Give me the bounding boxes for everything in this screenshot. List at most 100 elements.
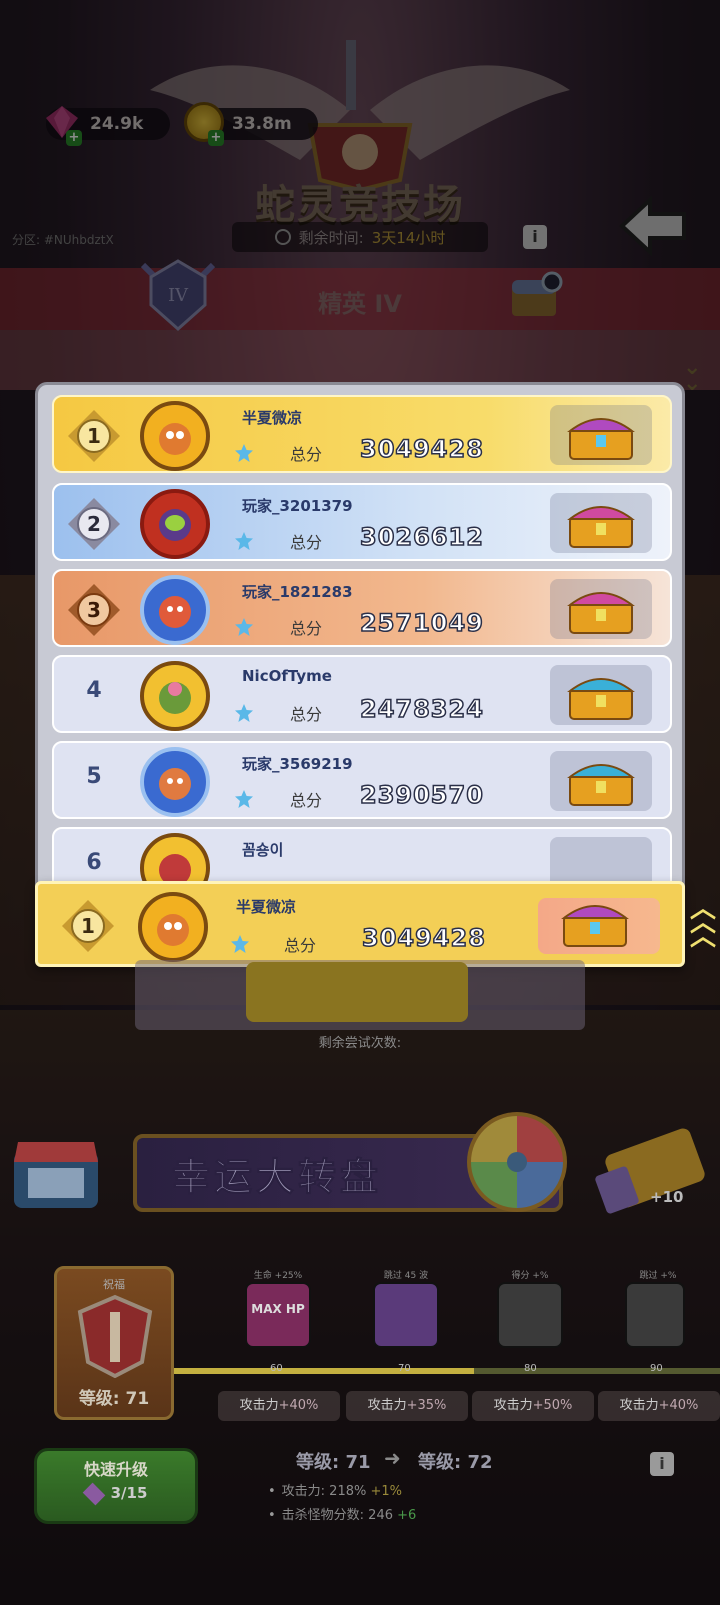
quick-cost-value: 3/15 [110,1484,148,1502]
player-name: 半夏微凉 [242,409,303,427]
blessing-emblem-icon [77,1294,153,1378]
player-name: 玩家_3569219 [242,755,353,773]
player-score: 3026612 [359,522,484,552]
star-icon [235,790,253,808]
player-name: 玩家_1821283 [242,583,353,601]
my-rank-row[interactable]: 1 半夏微凉 总分 3049428 [35,881,685,967]
svg-text:3: 3 [87,598,101,622]
score-label: 总分 [290,619,323,638]
rank-medal-icon: 1 [62,900,114,952]
blue-chest-icon[interactable] [566,753,636,809]
attack-pct: +40% [658,1398,699,1413]
tick-label: 60 [270,1363,283,1374]
rank-medal-icon: 3 [68,584,120,636]
blue-chest-icon[interactable] [566,667,636,723]
tick-label: 70 [398,1363,411,1374]
rank-number: 6 [86,850,102,875]
avatar[interactable] [140,575,210,645]
quick-upgrade-label: 快速升级 [83,1460,148,1479]
score-label: 总分 [284,936,317,955]
avatar[interactable] [138,892,208,962]
kill-stat-value: 击杀怪物分数: 246 [281,1508,393,1523]
attack-stat: • 攻击力: 218% +1% [268,1484,403,1499]
skill-locked-icon[interactable] [497,1282,563,1348]
skill-caption: 跳过 +% [639,1271,677,1281]
score-label: 总分 [290,445,323,464]
player-score: 3049428 [359,434,484,464]
player-score: 2478324 [359,694,484,724]
rank-medal-icon: 1 [68,410,120,462]
skill-hp-icon[interactable]: MAX HP [245,1282,311,1348]
leaderboard-row[interactable]: 2 玩家_3201379 总分 3026612 [52,483,672,561]
attack-label: 攻击力 [619,1398,659,1413]
player-name: 半夏微凉 [236,898,297,916]
attack-bonus: 攻击力+40% [598,1391,720,1421]
current-level: 等级: 71 [296,1452,371,1473]
skill-caption: 生命 +25% [253,1271,303,1281]
attack-label: 攻击力 [493,1398,533,1413]
rank-number: 4 [86,678,102,703]
attempts-remaining: 剩余尝试次数: [318,1036,402,1051]
tick-label: 80 [524,1363,537,1374]
info-icon[interactable]: i [650,1452,674,1476]
svg-text:2: 2 [87,512,101,536]
player-name: 玩家_3201379 [242,497,353,515]
star-icon [235,532,253,550]
lucky-wheel-label: 幸运大转盘 [171,1155,383,1200]
leaderboard-row[interactable]: 4 NicOfTyme 总分 2478324 [52,655,672,733]
blessing-label: 祝福 [103,1278,125,1291]
star-icon [235,444,253,462]
attack-label: 攻击力 [239,1398,279,1413]
attack-pct: +50% [532,1398,573,1413]
skill-locked-icon[interactable] [625,1282,685,1348]
rank-number: 5 [86,764,102,789]
kill-stat-inc: +6 [397,1508,417,1523]
leaderboard-row[interactable]: 3 玩家_1821283 总分 2571049 [52,569,672,647]
rank-medal-icon: 2 [68,498,120,550]
arrow-right-icon: ➜ [384,1446,401,1470]
battle-button[interactable] [246,962,468,1022]
skill-inner-label: MAX HP [251,1302,305,1316]
ticket-bonus: +10 [650,1188,684,1206]
next-level: 等级: 72 [418,1452,493,1473]
leaderboard-panel[interactable]: 1 半夏微凉 总分 3049428 2 玩家_3201379 总分 302661… [35,382,685,960]
skill-skip-icon[interactable] [373,1282,439,1348]
star-icon [235,618,253,636]
shop-icon[interactable] [8,1132,104,1212]
player-name: NicOfTyme [242,667,332,685]
gem-icon [82,1482,105,1505]
player-name: 꼼숑이 [242,841,284,859]
gold-chest-icon[interactable] [566,407,636,463]
leaderboard-row[interactable]: 1 半夏微凉 总分 3049428 [52,395,672,473]
pink-chest-icon[interactable] [566,581,636,637]
player-score: 2571049 [359,608,484,638]
score-label: 总分 [290,705,323,724]
player-score: 2390570 [359,780,484,810]
tick-label: 90 [650,1363,663,1374]
attack-bonus: 攻击力+50% [472,1391,594,1421]
kill-score-stat: • 击杀怪物分数: 246 +6 [268,1508,417,1523]
gold-chest-icon[interactable] [560,894,630,950]
star-icon [231,935,249,953]
attack-pct: +35% [406,1398,447,1413]
attack-bonus: 攻击力+40% [218,1391,340,1421]
attack-stat-value: 攻击力: 218% [281,1484,367,1499]
quick-upgrade-cost: 3/15 [34,1482,198,1505]
svg-text:1: 1 [87,424,101,448]
blessing-level: 等级: 71 [78,1389,150,1409]
player-score: 3049428 [361,923,486,953]
avatar[interactable] [140,747,210,817]
level-progress [174,1368,474,1374]
leaderboard-row[interactable]: 5 玩家_3569219 总分 2390570 [52,741,672,819]
avatar[interactable] [140,489,210,559]
attack-stat-inc: +1% [370,1484,403,1499]
scroll-up-icon[interactable]: ︿ ︿ ︿ [690,896,716,950]
wheel-icon[interactable] [463,1108,571,1216]
attack-label: 攻击力 [367,1398,407,1413]
avatar[interactable] [140,401,210,471]
svg-text:1: 1 [81,914,95,938]
pink-chest-icon[interactable] [566,495,636,551]
skill-caption: 跳过 45 波 [383,1271,429,1281]
avatar[interactable] [140,661,210,731]
skill-caption: 得分 +% [511,1271,549,1281]
